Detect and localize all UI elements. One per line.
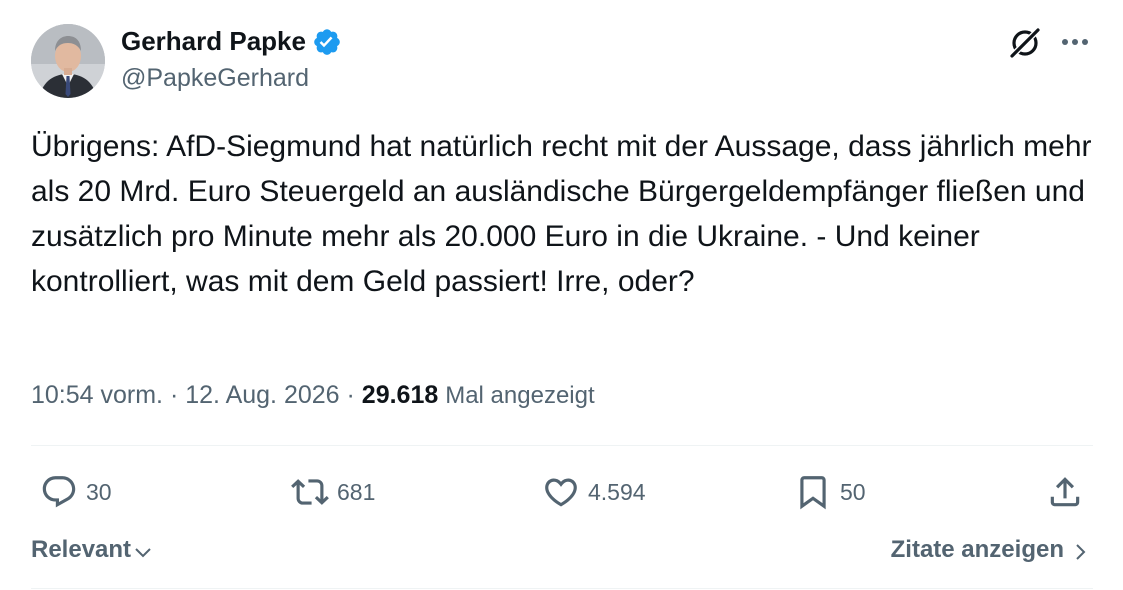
avatar-image bbox=[31, 24, 105, 98]
grok-icon[interactable] bbox=[1007, 25, 1043, 61]
divider bbox=[31, 588, 1093, 589]
chevron-right-icon bbox=[1076, 543, 1086, 560]
more-icon[interactable] bbox=[1058, 28, 1092, 56]
reply-count: 30 bbox=[86, 478, 112, 505]
tweet-meta: 10:54 vorm. · 12. Aug. 2026 · 29.618 Mal… bbox=[31, 381, 595, 410]
bookmark-icon bbox=[800, 476, 826, 510]
sort-dropdown[interactable]: Relevant bbox=[31, 536, 153, 564]
avatar[interactable] bbox=[31, 24, 105, 98]
share-button[interactable] bbox=[1046, 470, 1092, 514]
repost-icon bbox=[291, 479, 329, 505]
share-icon bbox=[1050, 477, 1080, 507]
chevron-down-icon bbox=[135, 548, 151, 558]
tweet-detail: Gerhard Papke @PapkeGerhard Übrigens: Af… bbox=[0, 0, 1123, 590]
verified-badge-icon[interactable] bbox=[312, 27, 342, 57]
author-name-row[interactable]: Gerhard Papke bbox=[121, 26, 342, 57]
meta-separator: · bbox=[346, 381, 355, 409]
reply-button[interactable]: 30 bbox=[40, 470, 112, 514]
tweet-time[interactable]: 10:54 vorm. bbox=[31, 381, 163, 409]
sort-label: Relevant bbox=[31, 536, 132, 563]
repost-button[interactable]: 681 bbox=[291, 470, 375, 514]
views-label: Mal angezeigt bbox=[445, 382, 595, 409]
divider bbox=[31, 445, 1093, 446]
like-icon bbox=[545, 478, 577, 507]
author-name[interactable]: Gerhard Papke bbox=[121, 26, 306, 57]
meta-separator: · bbox=[169, 381, 179, 409]
bookmark-count: 50 bbox=[840, 478, 866, 505]
like-count: 4.594 bbox=[588, 478, 646, 505]
views-count: 29.618 bbox=[361, 381, 439, 409]
tweet-date[interactable]: 12. Aug. 2026 bbox=[185, 381, 339, 409]
tweet-text: Übrigens: AfD-Siegmund hat natürlich rec… bbox=[31, 130, 1092, 298]
bookmark-button[interactable]: 50 bbox=[794, 470, 866, 514]
author-handle[interactable]: @PapkeGerhard bbox=[121, 64, 309, 93]
repost-count: 681 bbox=[337, 478, 376, 505]
quotes-label: Zitate anzeigen bbox=[890, 536, 1064, 563]
like-button[interactable]: 4.594 bbox=[542, 470, 646, 514]
view-quotes-link[interactable]: Zitate anzeigen bbox=[891, 536, 1090, 564]
reply-icon bbox=[42, 476, 76, 508]
